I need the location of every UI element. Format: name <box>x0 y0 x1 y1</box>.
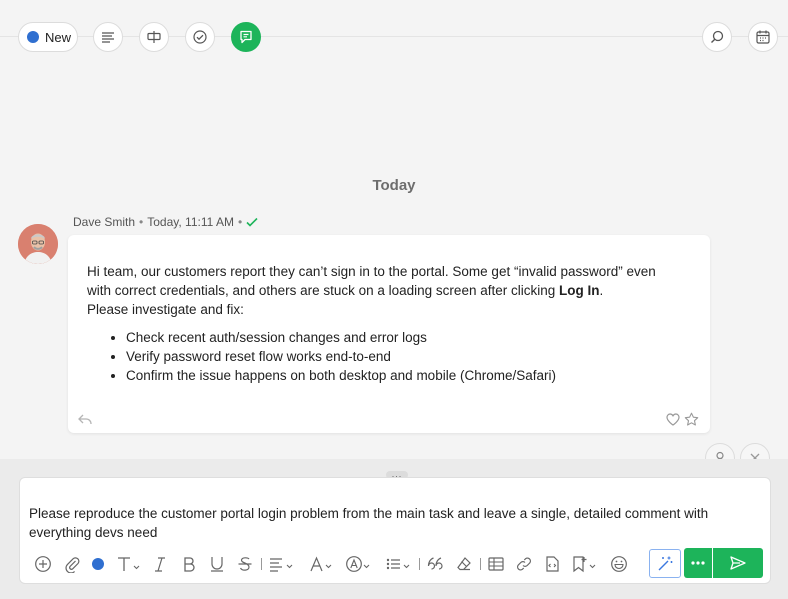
toolbar-divider <box>419 558 420 570</box>
emoji-button[interactable] <box>610 553 628 575</box>
eraser-icon <box>457 557 471 571</box>
search-icon <box>711 30 724 43</box>
text-size-icon <box>118 557 140 571</box>
list-item: Confirm the issue happens on both deskto… <box>126 366 697 385</box>
font-dropdown[interactable] <box>309 553 335 575</box>
more-options-button[interactable] <box>684 548 712 578</box>
list-dropdown[interactable] <box>385 553 413 575</box>
align-icon <box>270 558 293 572</box>
message-timestamp: Today, 11:11 AM <box>147 215 234 229</box>
comment-input[interactable]: Please reproduce the customer portal log… <box>29 504 754 542</box>
align-dropdown[interactable] <box>268 553 296 575</box>
description-icon <box>102 32 114 43</box>
message-line-2-text: with correct credentials, and others are… <box>87 283 559 298</box>
star-icon[interactable] <box>684 412 699 427</box>
meta-separator-2: • <box>237 215 243 229</box>
meta-separator: • <box>139 215 144 229</box>
task-complete-button[interactable] <box>185 22 215 52</box>
attach-button[interactable] <box>63 553 81 575</box>
quote-button[interactable] <box>426 553 444 575</box>
message-meta: Dave Smith • Today, 11:11 AM • <box>73 215 258 229</box>
search-button[interactable] <box>702 22 732 52</box>
text-highlight-icon <box>346 556 370 572</box>
bookmark-icon <box>573 556 596 573</box>
new-button-label: New <box>45 29 72 45</box>
color-dot-icon <box>92 558 104 570</box>
underline-button[interactable] <box>209 553 225 575</box>
calendar-button[interactable] <box>748 22 778 52</box>
clear-format-button[interactable] <box>455 553 473 575</box>
avatar[interactable] <box>18 224 58 264</box>
code-file-icon <box>546 556 559 572</box>
list-item: Verify password reset flow works end-to-… <box>126 347 697 366</box>
send-icon <box>730 556 746 570</box>
bulleted-list-icon <box>386 558 410 570</box>
bold-button[interactable] <box>181 553 197 575</box>
status-dot <box>27 31 39 43</box>
quote-icon <box>427 557 443 570</box>
text-style-dropdown[interactable] <box>116 553 142 575</box>
strikethrough-icon <box>238 557 252 571</box>
checklist-icon <box>147 31 161 43</box>
comment-icon <box>240 30 252 44</box>
ai-assist-button[interactable] <box>649 549 681 578</box>
list-item: Check recent auth/session changes and er… <box>126 328 697 347</box>
add-button[interactable] <box>34 553 52 575</box>
new-button[interactable]: New <box>18 22 78 52</box>
italic-icon <box>155 557 165 572</box>
log-in-bold-text: Log In <box>559 283 600 298</box>
delivered-check-icon <box>246 217 258 227</box>
message-line-1: Hi team, our customers report they can’t… <box>87 264 656 279</box>
text-color-button[interactable] <box>91 553 105 575</box>
underline-icon <box>211 557 223 572</box>
insert-link-button[interactable] <box>515 553 533 575</box>
font-icon <box>310 556 332 572</box>
link-icon <box>517 557 531 571</box>
description-button[interactable] <box>93 22 123 52</box>
comment-composer[interactable]: Please reproduce the customer portal log… <box>19 477 771 584</box>
check-circle-icon <box>193 30 207 44</box>
heart-icon[interactable] <box>666 413 680 426</box>
message-line-2: with correct credentials, and others are… <box>87 281 697 300</box>
magic-wand-icon <box>658 556 673 570</box>
user-avatar-image <box>18 224 58 264</box>
message-line-3: Please investigate and fix: <box>87 302 244 317</box>
paperclip-icon <box>65 557 80 573</box>
send-button[interactable] <box>713 548 763 578</box>
emoji-icon <box>611 556 627 572</box>
toolbar-divider <box>480 558 481 570</box>
reply-icon[interactable] <box>77 413 93 427</box>
message-card: Hi team, our customers report they can’t… <box>68 235 710 433</box>
highlight-dropdown[interactable] <box>345 553 373 575</box>
checklist-button[interactable] <box>139 22 169 52</box>
plus-circle-icon <box>35 556 51 572</box>
top-bar: New <box>0 0 788 75</box>
insert-table-button[interactable] <box>487 553 505 575</box>
date-divider: Today <box>372 177 416 194</box>
message-line-2-end: . <box>599 283 604 298</box>
author-name[interactable]: Dave Smith <box>73 215 135 229</box>
italic-button[interactable] <box>152 553 168 575</box>
calendar-icon <box>756 30 770 44</box>
comments-button[interactable] <box>231 22 261 52</box>
bold-icon <box>184 557 195 572</box>
message-body: Hi team, our customers report they can’t… <box>87 262 697 385</box>
more-dots-icon <box>691 561 705 565</box>
table-icon <box>488 557 504 571</box>
message-bullet-list: Check recent auth/session changes and er… <box>87 328 697 385</box>
bookmark-dropdown[interactable] <box>571 553 599 575</box>
code-block-button[interactable] <box>543 553 561 575</box>
toolbar-divider <box>261 558 262 570</box>
strikethrough-button[interactable] <box>237 553 253 575</box>
